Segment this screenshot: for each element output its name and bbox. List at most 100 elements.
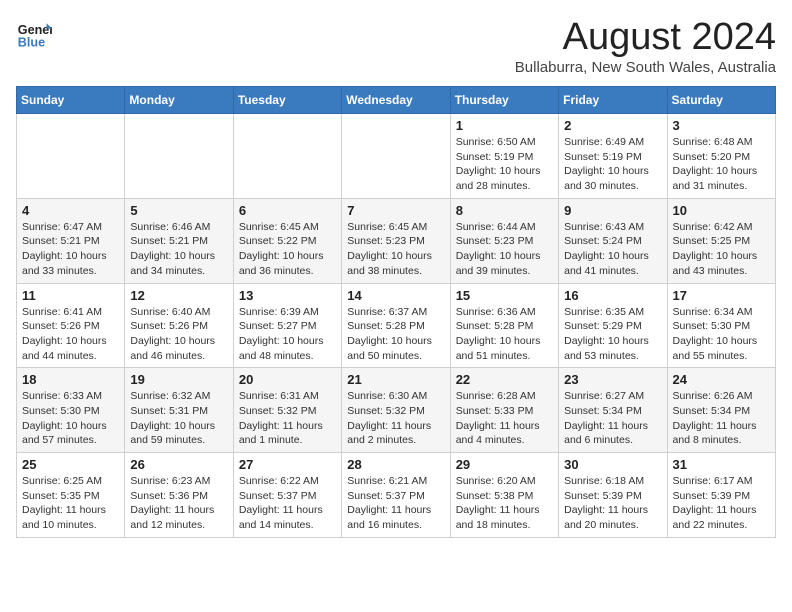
day-info: Sunrise: 6:28 AM Sunset: 5:33 PM Dayligh… [456,389,553,448]
day-number: 22 [456,372,553,387]
day-number: 29 [456,457,553,472]
day-number: 31 [673,457,770,472]
day-info: Sunrise: 6:31 AM Sunset: 5:32 PM Dayligh… [239,389,336,448]
day-info: Sunrise: 6:34 AM Sunset: 5:30 PM Dayligh… [673,305,770,364]
day-number: 28 [347,457,444,472]
day-number: 8 [456,203,553,218]
calendar-cell: 8 Sunrise: 6:44 AM Sunset: 5:23 PM Daylig… [450,198,558,283]
calendar-cell: 7Sunrise: 6:45 AM Sunset: 5:23 PM Daylig… [342,198,450,283]
calendar-cell: 9 Sunrise: 6:43 AM Sunset: 5:24 PM Daylig… [559,198,667,283]
calendar-cell: 19Sunrise: 6:32 AM Sunset: 5:31 PM Dayli… [125,368,233,453]
calendar-cell: 17 Sunrise: 6:34 AM Sunset: 5:30 PM Dayli… [667,283,775,368]
day-number: 2 [564,118,661,133]
day-info: Sunrise: 6:23 AM Sunset: 5:36 PM Dayligh… [130,474,227,533]
day-info: Sunrise: 6:50 AM Sunset: 5:19 PM Dayligh… [456,135,553,194]
day-info: Sunrise: 6:26 AM Sunset: 5:34 PM Dayligh… [673,389,770,448]
calendar-cell: 31Sunrise: 6:17 AM Sunset: 5:39 PM Dayli… [667,453,775,538]
calendar-cell: 12 Sunrise: 6:40 AM Sunset: 5:26 PM Dayli… [125,283,233,368]
calendar-cell: 5 Sunrise: 6:46 AM Sunset: 5:21 PM Daylig… [125,198,233,283]
day-number: 23 [564,372,661,387]
day-info: Sunrise: 6:47 AM Sunset: 5:21 PM Dayligh… [22,220,119,279]
day-info: Sunrise: 6:41 AM Sunset: 5:26 PM Dayligh… [22,305,119,364]
day-number: 16 [564,288,661,303]
calendar-cell: 10 Sunrise: 6:42 AM Sunset: 5:25 PM Dayli… [667,198,775,283]
weekday-header-thursday: Thursday [450,87,558,114]
calendar-cell: 25 Sunrise: 6:25 AM Sunset: 5:35 PM Dayli… [17,453,125,538]
day-number: 6 [239,203,336,218]
calendar-cell: 28 Sunrise: 6:21 AM Sunset: 5:37 PM Dayli… [342,453,450,538]
day-info: Sunrise: 6:30 AM Sunset: 5:32 PM Dayligh… [347,389,444,448]
week-row-3: 11 Sunrise: 6:41 AM Sunset: 5:26 PM Dayli… [17,283,776,368]
weekday-header-tuesday: Tuesday [233,87,341,114]
calendar-cell [233,114,341,199]
week-row-5: 25 Sunrise: 6:25 AM Sunset: 5:35 PM Dayli… [17,453,776,538]
calendar-cell: 30 Sunrise: 6:18 AM Sunset: 5:39 PM Dayli… [559,453,667,538]
day-number: 30 [564,457,661,472]
calendar-cell: 21Sunrise: 6:30 AM Sunset: 5:32 PM Dayli… [342,368,450,453]
day-info: Sunrise: 6:18 AM Sunset: 5:39 PM Dayligh… [564,474,661,533]
calendar-cell: 16Sunrise: 6:35 AM Sunset: 5:29 PM Dayli… [559,283,667,368]
day-number: 12 [130,288,227,303]
day-info: Sunrise: 6:42 AM Sunset: 5:25 PM Dayligh… [673,220,770,279]
weekday-header-sunday: Sunday [17,87,125,114]
day-info: Sunrise: 6:36 AM Sunset: 5:28 PM Dayligh… [456,305,553,364]
calendar-title: August 2024 [515,16,776,59]
day-number: 24 [673,372,770,387]
calendar-cell: 13 Sunrise: 6:39 AM Sunset: 5:27 PM Dayli… [233,283,341,368]
logo: General Blue [16,16,52,52]
day-info: Sunrise: 6:22 AM Sunset: 5:37 PM Dayligh… [239,474,336,533]
day-number: 27 [239,457,336,472]
calendar-cell: 26 Sunrise: 6:23 AM Sunset: 5:36 PM Dayli… [125,453,233,538]
day-number: 9 [564,203,661,218]
calendar-subtitle: Bullaburra, New South Wales, Australia [515,59,776,76]
day-info: Sunrise: 6:40 AM Sunset: 5:26 PM Dayligh… [130,305,227,364]
day-number: 11 [22,288,119,303]
day-info: Sunrise: 6:21 AM Sunset: 5:37 PM Dayligh… [347,474,444,533]
calendar-cell: 18 Sunrise: 6:33 AM Sunset: 5:30 PM Dayli… [17,368,125,453]
day-number: 3 [673,118,770,133]
day-number: 26 [130,457,227,472]
calendar-cell: 6 Sunrise: 6:45 AM Sunset: 5:22 PM Daylig… [233,198,341,283]
calendar-cell [342,114,450,199]
day-number: 7 [347,203,444,218]
calendar-cell: 15Sunrise: 6:36 AM Sunset: 5:28 PM Dayli… [450,283,558,368]
weekday-header-friday: Friday [559,87,667,114]
calendar-cell: 27 Sunrise: 6:22 AM Sunset: 5:37 PM Dayli… [233,453,341,538]
day-number: 17 [673,288,770,303]
day-info: Sunrise: 6:27 AM Sunset: 5:34 PM Dayligh… [564,389,661,448]
day-info: Sunrise: 6:44 AM Sunset: 5:23 PM Dayligh… [456,220,553,279]
calendar-cell: 14Sunrise: 6:37 AM Sunset: 5:28 PM Dayli… [342,283,450,368]
day-info: Sunrise: 6:39 AM Sunset: 5:27 PM Dayligh… [239,305,336,364]
day-number: 10 [673,203,770,218]
calendar-cell: 2 Sunrise: 6:49 AM Sunset: 5:19 PM Daylig… [559,114,667,199]
day-info: Sunrise: 6:20 AM Sunset: 5:38 PM Dayligh… [456,474,553,533]
calendar-cell [17,114,125,199]
day-number: 5 [130,203,227,218]
day-number: 13 [239,288,336,303]
weekday-header-saturday: Saturday [667,87,775,114]
day-number: 18 [22,372,119,387]
calendar-cell: 24 Sunrise: 6:26 AM Sunset: 5:34 PM Dayli… [667,368,775,453]
calendar-cell: 3 Sunrise: 6:48 AM Sunset: 5:20 PM Daylig… [667,114,775,199]
day-info: Sunrise: 6:43 AM Sunset: 5:24 PM Dayligh… [564,220,661,279]
week-row-4: 18 Sunrise: 6:33 AM Sunset: 5:30 PM Dayli… [17,368,776,453]
day-info: Sunrise: 6:46 AM Sunset: 5:21 PM Dayligh… [130,220,227,279]
day-number: 25 [22,457,119,472]
day-info: Sunrise: 6:25 AM Sunset: 5:35 PM Dayligh… [22,474,119,533]
calendar-cell: 29 Sunrise: 6:20 AM Sunset: 5:38 PM Dayli… [450,453,558,538]
svg-text:Blue: Blue [18,36,45,50]
day-number: 4 [22,203,119,218]
day-info: Sunrise: 6:32 AM Sunset: 5:31 PM Dayligh… [130,389,227,448]
day-info: Sunrise: 6:33 AM Sunset: 5:30 PM Dayligh… [22,389,119,448]
title-area: August 2024 Bullaburra, New South Wales,… [515,16,776,76]
day-info: Sunrise: 6:45 AM Sunset: 5:22 PM Dayligh… [239,220,336,279]
week-row-2: 4 Sunrise: 6:47 AM Sunset: 5:21 PM Daylig… [17,198,776,283]
day-info: Sunrise: 6:48 AM Sunset: 5:20 PM Dayligh… [673,135,770,194]
weekday-header-monday: Monday [125,87,233,114]
calendar-table: SundayMondayTuesdayWednesdayThursdayFrid… [16,86,776,538]
calendar-cell: 1Sunrise: 6:50 AM Sunset: 5:19 PM Daylig… [450,114,558,199]
day-number: 14 [347,288,444,303]
day-info: Sunrise: 6:49 AM Sunset: 5:19 PM Dayligh… [564,135,661,194]
calendar-cell [125,114,233,199]
week-row-1: 1Sunrise: 6:50 AM Sunset: 5:19 PM Daylig… [17,114,776,199]
